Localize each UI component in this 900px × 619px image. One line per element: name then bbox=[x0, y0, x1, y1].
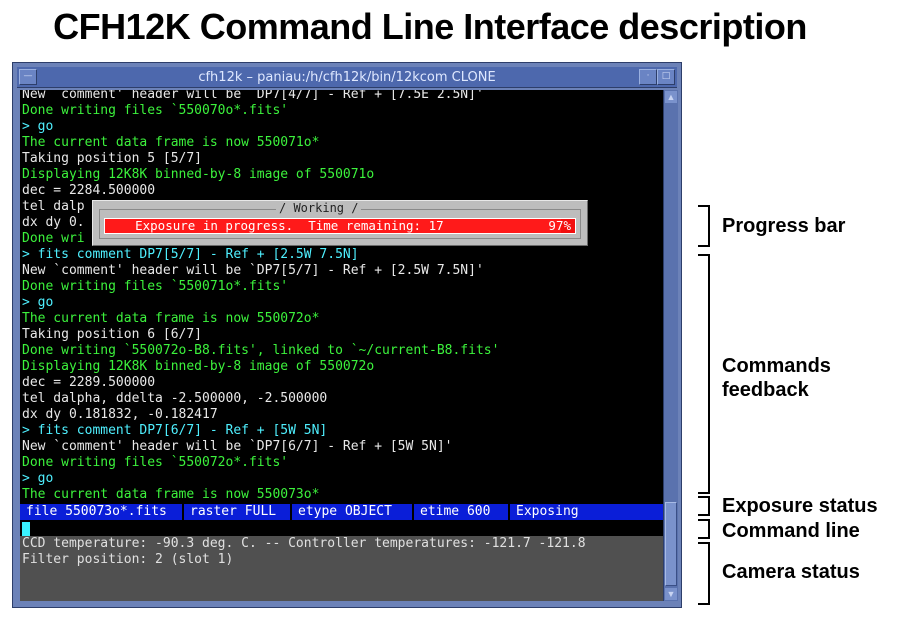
terminal-line: dec = 2284.500000 bbox=[22, 183, 156, 198]
progress-message: Exposure in progress. Time remaining: 17 bbox=[135, 218, 444, 233]
terminal-line: tel dalpha, ddelta -2.500000, -2.500000 bbox=[22, 391, 328, 406]
annotation-camera-status: Camera status bbox=[722, 561, 860, 583]
scroll-down-arrow-icon[interactable]: ▼ bbox=[665, 588, 677, 600]
status-etype: etype OBJECT bbox=[292, 504, 414, 520]
progress-dialog-title: / Working / bbox=[276, 201, 362, 215]
annotation-commands-feedback-2: feedback bbox=[722, 379, 809, 401]
status-file: file 550073o*.fits bbox=[20, 504, 184, 520]
terminal-line: > go bbox=[22, 119, 54, 134]
annotation-command-line: Command line bbox=[722, 520, 860, 542]
annotation-exposure-status: Exposure status bbox=[722, 495, 878, 517]
command-line-input[interactable] bbox=[20, 522, 663, 536]
terminal-line: Displaying 12K8K binned-by-8 image of 55… bbox=[22, 359, 375, 374]
terminal-line: Done writing `550072o-B8.fits', linked t… bbox=[22, 343, 500, 358]
terminal-line: Done writing files `550070o*.fits' bbox=[22, 103, 289, 118]
terminal-line: New `comment' header will be `DP7[6/7] -… bbox=[22, 439, 453, 454]
status-etime: etime 600 bbox=[414, 504, 510, 520]
terminal-line: New `comment' header will be `DP7[4/7] -… bbox=[22, 90, 484, 102]
camera-status-line: Filter position: 2 (slot 1) bbox=[22, 552, 234, 567]
progress-dialog-frame: / Working / Exposure in progress. Time r… bbox=[99, 201, 581, 239]
exposure-status-bar: file 550073o*.fits raster FULL etype OBJ… bbox=[20, 504, 663, 520]
terminal-line: dx dy 0.181832, -0.182417 bbox=[22, 407, 218, 422]
progress-bar: Exposure in progress. Time remaining: 17… bbox=[104, 218, 576, 234]
vertical-scrollbar[interactable]: ▲ ▼ bbox=[663, 90, 678, 601]
terminal-line: Done writing files `550071o*.fits' bbox=[22, 279, 289, 294]
progress-percent: 97% bbox=[548, 218, 571, 233]
command-line-bracket bbox=[698, 519, 710, 539]
terminal-line: Done wri bbox=[22, 231, 85, 246]
terminal-line: > fits comment DP7[6/7] - Ref + [5W 5N] bbox=[22, 423, 328, 438]
window-titlebar[interactable]: — cfh12k – paniau:/h/cfh12k/bin/12kcom C… bbox=[17, 67, 677, 88]
text-cursor bbox=[22, 522, 30, 536]
annotation-commands-feedback-1: Commands bbox=[722, 355, 831, 377]
terminal-line: The current data frame is now 550072o* bbox=[22, 311, 320, 326]
terminal-line: dec = 2289.500000 bbox=[22, 375, 156, 390]
terminal-window: — cfh12k – paniau:/h/cfh12k/bin/12kcom C… bbox=[12, 62, 682, 608]
window-menu-button[interactable]: — bbox=[19, 69, 37, 85]
progress-dialog: / Working / Exposure in progress. Time r… bbox=[92, 200, 588, 246]
terminal-line: > fits comment DP7[5/7] - Ref + [2.5W 7.… bbox=[22, 247, 359, 262]
terminal-line: Taking position 6 [6/7] bbox=[22, 327, 203, 342]
progress-bar-bracket bbox=[698, 205, 710, 247]
terminal-line: The current data frame is now 550071o* bbox=[22, 135, 320, 150]
scrollbar-thumb[interactable] bbox=[665, 502, 677, 586]
annotation-progress-bar: Progress bar bbox=[722, 215, 846, 237]
terminal-output: New `comment' header will be `DP7[4/7] -… bbox=[20, 90, 663, 601]
exposure-status-bracket bbox=[698, 496, 710, 516]
terminal-line: > go bbox=[22, 295, 54, 310]
scroll-up-arrow-icon[interactable]: ▲ bbox=[665, 91, 677, 103]
terminal-line: dx dy 0. bbox=[22, 215, 85, 230]
status-raster: raster FULL bbox=[184, 504, 292, 520]
terminal-line: tel dalp bbox=[22, 199, 85, 214]
terminal-line: Done writing files `550072o*.fits' bbox=[22, 455, 289, 470]
camera-status-panel: CCD temperature: -90.3 deg. C. -- Contro… bbox=[20, 536, 663, 601]
camera-status-bracket bbox=[698, 542, 710, 605]
commands-feedback-bracket bbox=[698, 254, 710, 494]
terminal-line: Taking position 5 [5/7] bbox=[22, 151, 203, 166]
camera-status-line: CCD temperature: -90.3 deg. C. -- Contro… bbox=[22, 536, 586, 551]
window-title: cfh12k – paniau:/h/cfh12k/bin/12kcom CLO… bbox=[198, 69, 496, 85]
terminal-line: > go bbox=[22, 471, 54, 486]
status-state: Exposing bbox=[516, 504, 579, 519]
terminal-line: The current data frame is now 550073o* bbox=[22, 487, 320, 502]
page-title: CFH12K Command Line Interface descriptio… bbox=[53, 6, 807, 47]
maximize-button[interactable]: □ bbox=[657, 69, 675, 85]
terminal-line: New `comment' header will be `DP7[5/7] -… bbox=[22, 263, 484, 278]
minimize-button[interactable]: · bbox=[639, 69, 657, 85]
terminal-line: Displaying 12K8K binned-by-8 image of 55… bbox=[22, 167, 375, 182]
